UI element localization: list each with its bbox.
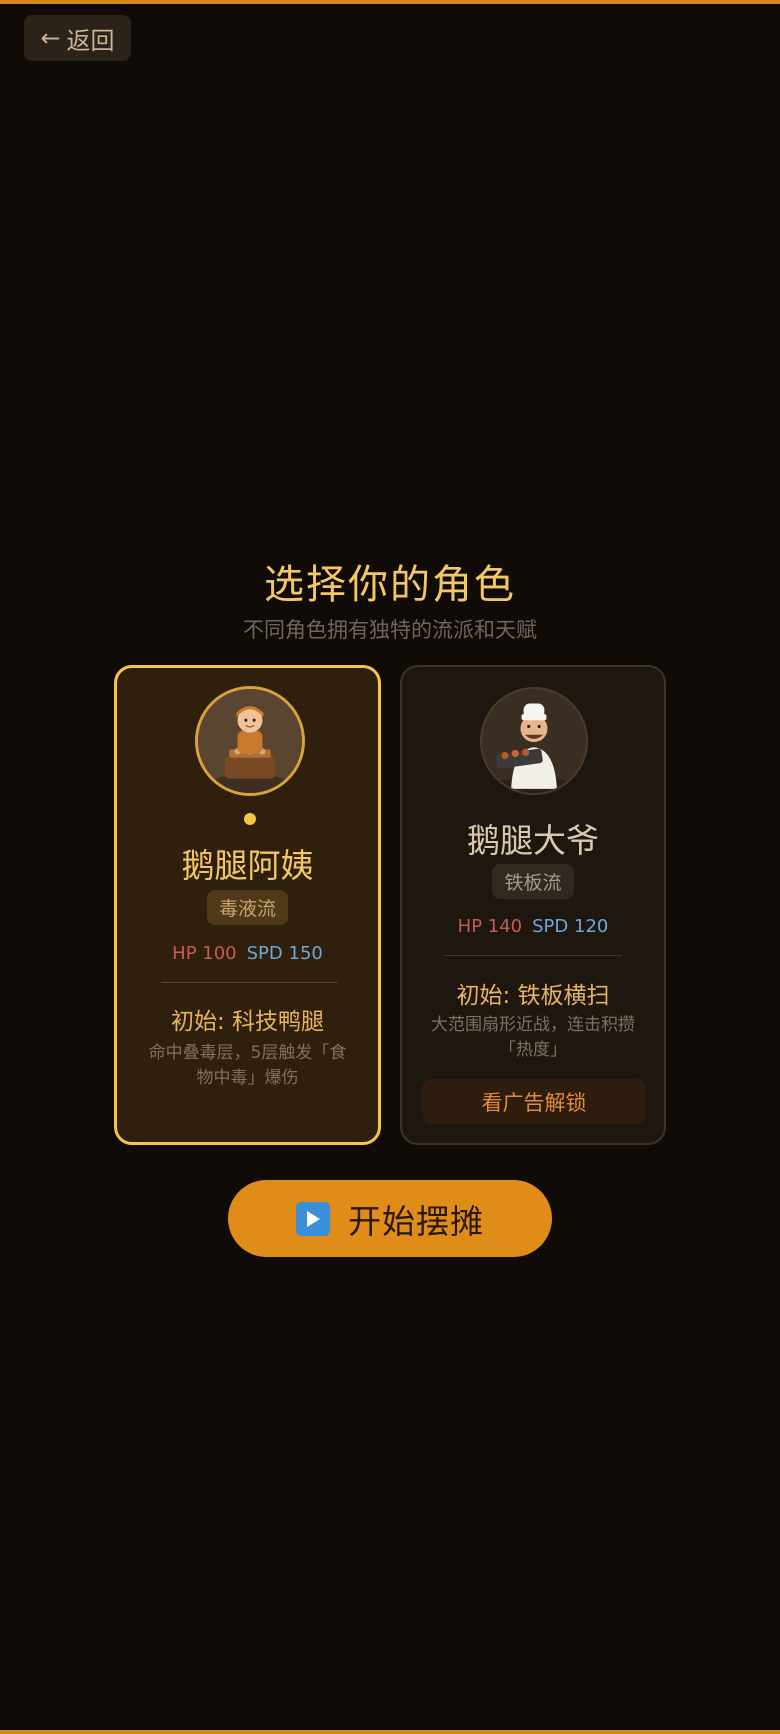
start-button[interactable]: 开始摆摊 — [228, 1180, 552, 1257]
style-tag: 铁板流 — [492, 864, 574, 899]
character-card-uncle[interactable]: 鹅腿大爷 铁板流 HP 140 SPD 120 初始: 铁板横扫 大范围扇形近战… — [400, 665, 666, 1145]
starting-skill: 初始: 科技鸭腿 — [170, 1009, 325, 1035]
character-card-auntie[interactable]: 鹅腿阿姨 毒液流 HP 100 SPD 150 初始: 科技鸭腿 命中叠毒层，5… — [114, 665, 381, 1145]
hp-stat: HP 100 — [172, 943, 237, 964]
card-divider — [161, 982, 338, 983]
start-button-label: 开始摆摊 — [348, 1201, 484, 1241]
skill-description: 大范围扇形近战，连击积攒「热度」 — [431, 1015, 635, 1060]
spd-stat: SPD 150 — [246, 943, 323, 964]
character-stats: HP 100 SPD 150 — [117, 943, 378, 964]
skill-description: 命中叠毒层，5层触发「食物中毒」爆伤 — [148, 1043, 347, 1088]
selected-indicator-dot — [244, 813, 256, 825]
play-icon — [296, 1201, 330, 1236]
back-button-label: 返回 — [66, 26, 115, 55]
back-arrow-icon: ← — [40, 24, 61, 52]
character-avatar — [195, 686, 305, 796]
page-subtitle: 不同角色拥有独特的流派和天赋 — [243, 618, 537, 642]
auntie-portrait-icon — [198, 689, 302, 793]
game-screen: ← 返回 选择你的角色 不同角色拥有独特的流派和天赋 鹅腿阿姨 毒液流 HP 1… — [0, 0, 780, 1734]
card-divider — [444, 955, 622, 956]
uncle-portrait-icon — [482, 689, 586, 793]
style-tag: 毒液流 — [206, 890, 288, 925]
character-stats: HP 140 SPD 120 — [402, 916, 664, 937]
character-name: 鹅腿大爷 — [467, 821, 599, 860]
watch-ad-unlock-button[interactable]: 看广告解锁 — [422, 1079, 646, 1124]
page-title: 选择你的角色 — [264, 562, 516, 608]
hp-stat: HP 140 — [457, 916, 523, 937]
character-name: 鹅腿阿姨 — [181, 846, 314, 885]
starting-skill: 初始: 铁板横扫 — [456, 983, 610, 1009]
back-button[interactable]: ← 返回 — [24, 15, 131, 61]
character-avatar — [480, 687, 588, 795]
spd-stat: SPD 120 — [532, 916, 609, 937]
